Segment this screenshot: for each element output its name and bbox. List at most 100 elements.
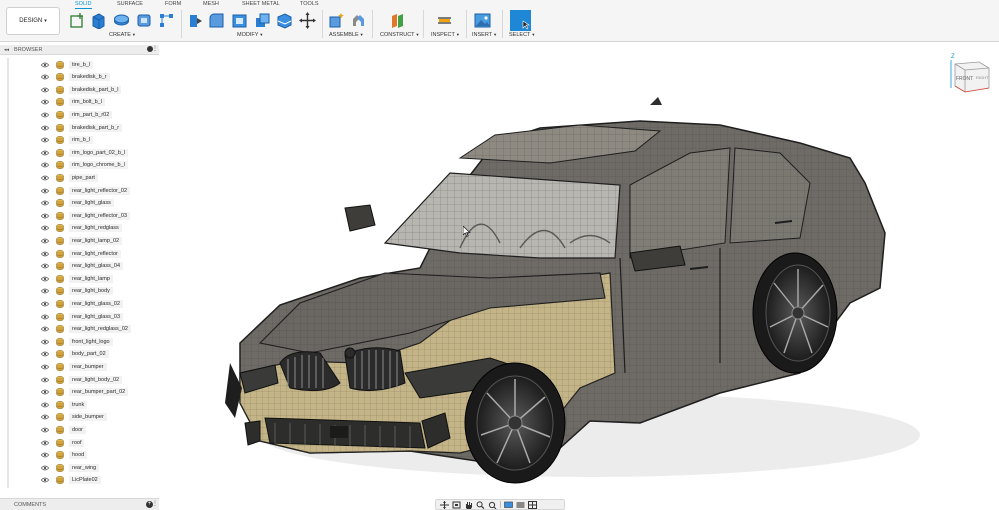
shell-icon[interactable] [231, 12, 248, 29]
fillet-icon[interactable] [208, 12, 225, 29]
modify-menu[interactable]: MODIFY▼ [237, 32, 263, 38]
construct-menu[interactable]: CONSTRUCT▼ [380, 32, 420, 38]
browser-body-item[interactable]: brakedisk_b_r [41, 71, 110, 83]
visibility-eye-icon[interactable] [41, 263, 49, 269]
visibility-eye-icon[interactable] [41, 175, 49, 181]
browser-body-item[interactable]: rim_bolt_b_l [41, 96, 105, 108]
browser-body-item[interactable]: pipe_part [41, 172, 98, 184]
tab-mesh[interactable]: MESH [203, 1, 219, 7]
browser-body-item[interactable]: rear_light_reflector_02 [41, 185, 131, 197]
tab-surface[interactable]: SURFACE [117, 1, 143, 7]
visibility-eye-icon[interactable] [41, 440, 49, 446]
select-menu[interactable]: SELECT▼ [509, 32, 535, 38]
offset-plane-icon[interactable] [389, 12, 406, 29]
collapse-panel-icon[interactable]: ◂◂ [4, 47, 9, 53]
browser-body-item[interactable]: rear_light_body [41, 285, 113, 297]
visibility-eye-icon[interactable] [41, 213, 49, 219]
visibility-eye-icon[interactable] [41, 377, 49, 383]
new-sketch-icon[interactable] [69, 12, 86, 29]
visibility-eye-icon[interactable] [41, 225, 49, 231]
visibility-eye-icon[interactable] [41, 465, 49, 471]
browser-body-item[interactable]: rim_logo_chrome_b_l [41, 159, 128, 171]
visibility-eye-icon[interactable] [41, 238, 49, 244]
browser-body-item[interactable]: rim_b_l [41, 134, 94, 146]
car-model[interactable] [160, 43, 999, 510]
browser-body-item[interactable]: brakedisk_part_b_l [41, 84, 122, 96]
browser-body-item[interactable]: rear_light_glass_02 [41, 298, 124, 310]
browser-body-item[interactable]: LicPlate02 [41, 474, 101, 486]
browser-body-item[interactable]: rear_light_body_02 [41, 374, 123, 386]
visibility-eye-icon[interactable] [41, 288, 49, 294]
pattern-icon[interactable] [158, 12, 175, 29]
assemble-menu[interactable]: ASSEMBLE▼ [329, 32, 364, 38]
select-icon[interactable] [510, 10, 531, 31]
pan-hand-icon[interactable] [464, 501, 473, 509]
inspect-menu[interactable]: INSPECT▼ [431, 32, 460, 38]
tree-scroll-track[interactable] [7, 58, 9, 488]
insert-menu[interactable]: INSERT▼ [472, 32, 497, 38]
revolve-icon[interactable] [113, 12, 130, 29]
panel-menu-icon[interactable]: ⋮ [152, 500, 158, 507]
visibility-eye-icon[interactable] [41, 162, 49, 168]
tab-solid[interactable]: SOLID [75, 1, 92, 9]
browser-body-item[interactable]: hood [41, 449, 88, 461]
visibility-eye-icon[interactable] [41, 276, 49, 282]
visibility-eye-icon[interactable] [41, 99, 49, 105]
browser-body-item[interactable]: roof [41, 437, 85, 449]
combine-icon[interactable] [254, 12, 271, 29]
visibility-eye-icon[interactable] [41, 364, 49, 370]
browser-body-item[interactable]: side_bumper [41, 411, 107, 423]
orbit-icon[interactable] [440, 500, 449, 509]
browser-body-item[interactable]: rear_bumper_part_02 [41, 386, 129, 398]
zoom-icon[interactable] [476, 500, 485, 509]
browser-body-item[interactable]: front_light_logo [41, 336, 113, 348]
visibility-eye-icon[interactable] [41, 402, 49, 408]
viewcube-right-label[interactable]: RIGHT [976, 75, 989, 80]
browser-body-item[interactable]: body_part_02 [41, 348, 109, 360]
visibility-eye-icon[interactable] [41, 112, 49, 118]
visibility-eye-icon[interactable] [41, 477, 49, 483]
visibility-eye-icon[interactable] [41, 452, 49, 458]
grid-settings-icon[interactable] [516, 501, 525, 509]
visibility-eye-icon[interactable] [41, 200, 49, 206]
visibility-eye-icon[interactable] [41, 389, 49, 395]
look-at-icon[interactable] [452, 501, 461, 509]
canvas-viewport[interactable] [160, 43, 999, 510]
sweep-icon[interactable] [136, 12, 153, 29]
visibility-eye-icon[interactable] [41, 427, 49, 433]
visibility-eye-icon[interactable] [41, 414, 49, 420]
browser-body-item[interactable]: rear_light_redglass [41, 222, 122, 234]
viewcube[interactable]: Z FRONT RIGHT [945, 50, 995, 95]
browser-body-item[interactable]: rear_light_lamp_02 [41, 235, 123, 247]
browser-body-item[interactable]: door [41, 424, 87, 436]
browser-body-item[interactable]: rear_light_lamp [41, 273, 113, 285]
visibility-eye-icon[interactable] [41, 251, 49, 257]
workspace-switcher[interactable]: DESIGN ▾ [6, 7, 60, 35]
insert-image-icon[interactable] [474, 12, 491, 29]
browser-body-item[interactable]: rear_light_reflector [41, 248, 121, 260]
visibility-eye-icon[interactable] [41, 326, 49, 332]
display-settings-icon[interactable] [504, 501, 513, 509]
browser-body-item[interactable]: rear_light_redglass_02 [41, 323, 131, 335]
comments-bar[interactable]: COMMENTS + ⋮ [0, 498, 159, 510]
browser-body-item[interactable]: rear_wing [41, 462, 100, 474]
visibility-eye-icon[interactable] [41, 74, 49, 80]
browser-body-item[interactable]: rim_part_b_r02 [41, 109, 113, 121]
tab-tools[interactable]: TOOLS [300, 1, 319, 7]
browser-body-item[interactable]: rear_light_glass [41, 197, 114, 209]
visibility-eye-icon[interactable] [41, 188, 49, 194]
browser-body-item[interactable]: trunk [41, 399, 88, 411]
visibility-eye-icon[interactable] [41, 351, 49, 357]
extrude-icon[interactable] [90, 12, 107, 29]
visibility-eye-icon[interactable] [41, 150, 49, 156]
fit-icon[interactable] [488, 501, 497, 509]
browser-body-item[interactable]: brakedisk_part_b_r [41, 122, 123, 134]
move-copy-icon[interactable] [299, 12, 316, 29]
joint-icon[interactable] [350, 12, 367, 29]
visibility-eye-icon[interactable] [41, 314, 49, 320]
browser-body-item[interactable]: tire_b_l [41, 59, 94, 71]
measure-icon[interactable] [436, 12, 453, 29]
split-body-icon[interactable] [276, 12, 293, 29]
tab-sheet-metal[interactable]: SHEET METAL [242, 1, 280, 7]
browser-body-item[interactable]: rear_light_reflector_03 [41, 210, 131, 222]
